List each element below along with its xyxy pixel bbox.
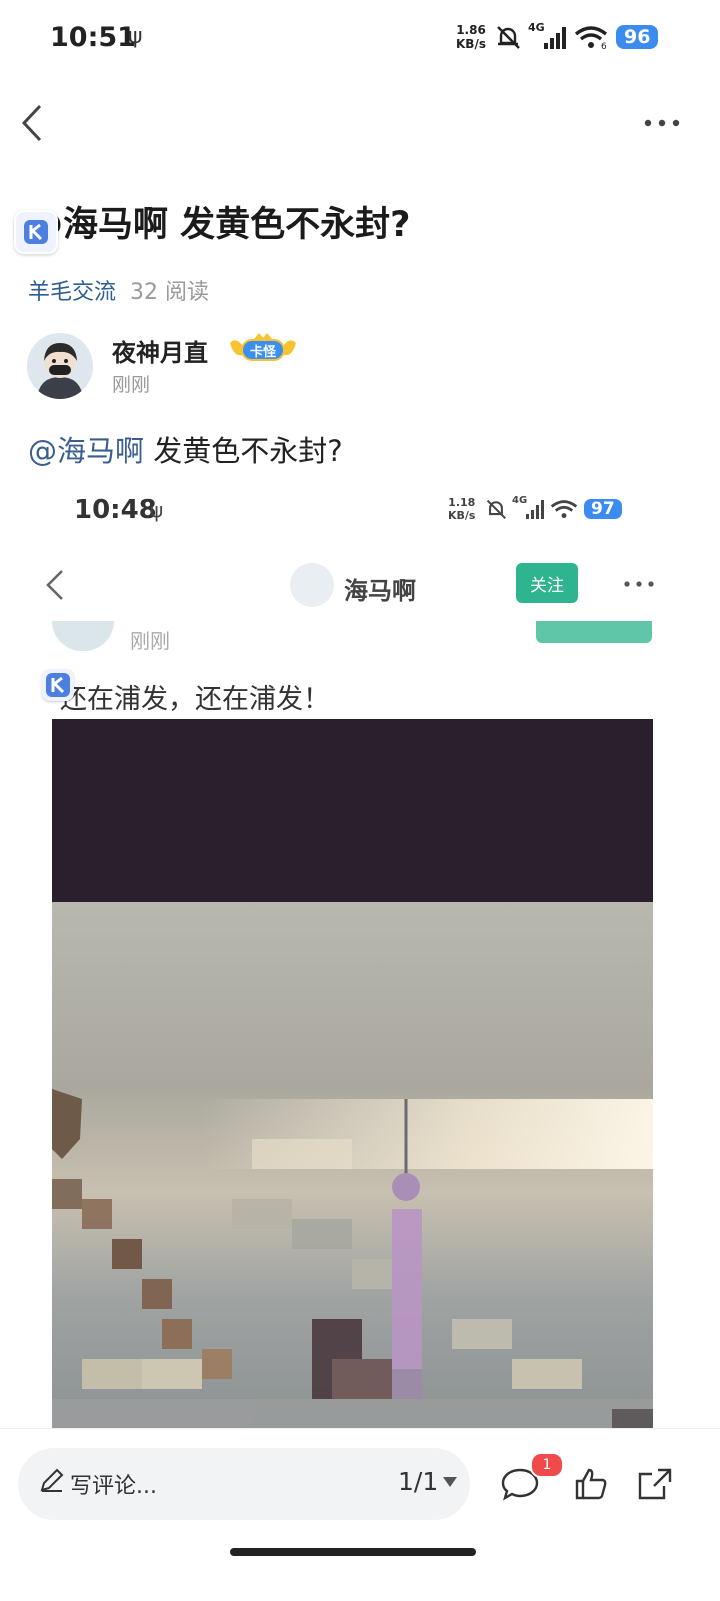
post-content-text: 发黄色不永封?: [144, 434, 343, 468]
status-time: 10:51: [50, 22, 136, 53]
page-indicator[interactable]: 1/1: [398, 1467, 438, 1496]
pen-icon: [40, 1468, 64, 1492]
post-time: 刚刚: [112, 374, 151, 396]
embedded-body-text: 还在浦发，还在浦发！: [60, 684, 330, 715]
author-badge-label: 卡怪: [249, 345, 276, 360]
embedded-avatar: [290, 563, 334, 607]
back-icon[interactable]: [14, 100, 54, 146]
mention-link[interactable]: @海马啊: [28, 434, 144, 468]
comment-count-badge: 1: [530, 1452, 564, 1478]
author-name[interactable]: 夜神月直: [112, 333, 208, 368]
usb-icon: ψ: [128, 24, 143, 49]
embedded-ghost-follow: [536, 621, 652, 643]
embedded-back-icon: [46, 570, 63, 600]
embedded-follow-button: 关注: [516, 563, 578, 603]
post-content: @海马啊 发黄色不永封?: [28, 428, 343, 470]
signal-icon: 4G: [528, 21, 566, 49]
battery-indicator: 96: [616, 25, 659, 49]
home-indicator[interactable]: [230, 1548, 476, 1556]
pixelated-photo: [52, 719, 653, 1430]
post-title: @海马啊 发黄色不永封?: [28, 205, 411, 245]
thumbs-up-icon[interactable]: [574, 1466, 608, 1502]
author-avatar[interactable]: [27, 333, 93, 399]
embedded-status-time: 10:48: [74, 495, 157, 525]
network-speed: 1.86 KB/s: [456, 23, 486, 51]
wifi-icon: 6: [574, 26, 608, 50]
network-speed-unit: KB/s: [456, 37, 486, 51]
embedded-more-icon: [624, 581, 654, 587]
embedded-network-speed: 1.18 KB/s: [448, 496, 475, 522]
wifi-sub: 6: [601, 42, 607, 50]
status-icons: 4G 6 96: [494, 21, 659, 52]
comment-placeholder[interactable]: 写评论...: [70, 1468, 157, 1500]
embedded-network-speed-unit: KB/s: [448, 509, 476, 522]
embedded-signal-icon: 4G: [512, 495, 544, 519]
author-badge: 卡怪: [228, 333, 298, 365]
embedded-network-speed-value: 1.18: [448, 496, 476, 509]
embedded-status-icons: 4G 97: [484, 495, 622, 523]
mute-bell-icon: [497, 26, 520, 49]
embedded-ghost-time: 刚刚: [130, 629, 170, 653]
embedded-usb-icon: ψ: [150, 498, 164, 522]
post-meta: 羊毛交流 32 阅读: [28, 274, 209, 306]
network-type: 4G: [528, 21, 545, 34]
embedded-ghost-avatar: [52, 621, 114, 651]
share-icon[interactable]: [636, 1466, 674, 1502]
embedded-mute-icon: [486, 499, 507, 520]
read-count: 32 阅读: [130, 280, 210, 305]
embedded-wifi-icon: [550, 500, 578, 519]
network-speed-value: 1.86: [456, 23, 486, 37]
caret-down-icon[interactable]: [442, 1476, 458, 1488]
more-icon[interactable]: [640, 110, 684, 136]
embedded-k-icon: [42, 669, 74, 701]
embedded-battery: 97: [584, 499, 622, 519]
k-floating-icon[interactable]: [14, 210, 58, 254]
embedded-network-type: 4G: [512, 495, 528, 506]
embedded-header-name: 海马啊: [344, 577, 416, 605]
attached-screenshot[interactable]: 10:48 ψ 1.18 KB/s 4G 97 海马啊 关注 刚刚 还在浦发，还…: [30, 475, 690, 1430]
category-link[interactable]: 羊毛交流: [28, 280, 116, 305]
